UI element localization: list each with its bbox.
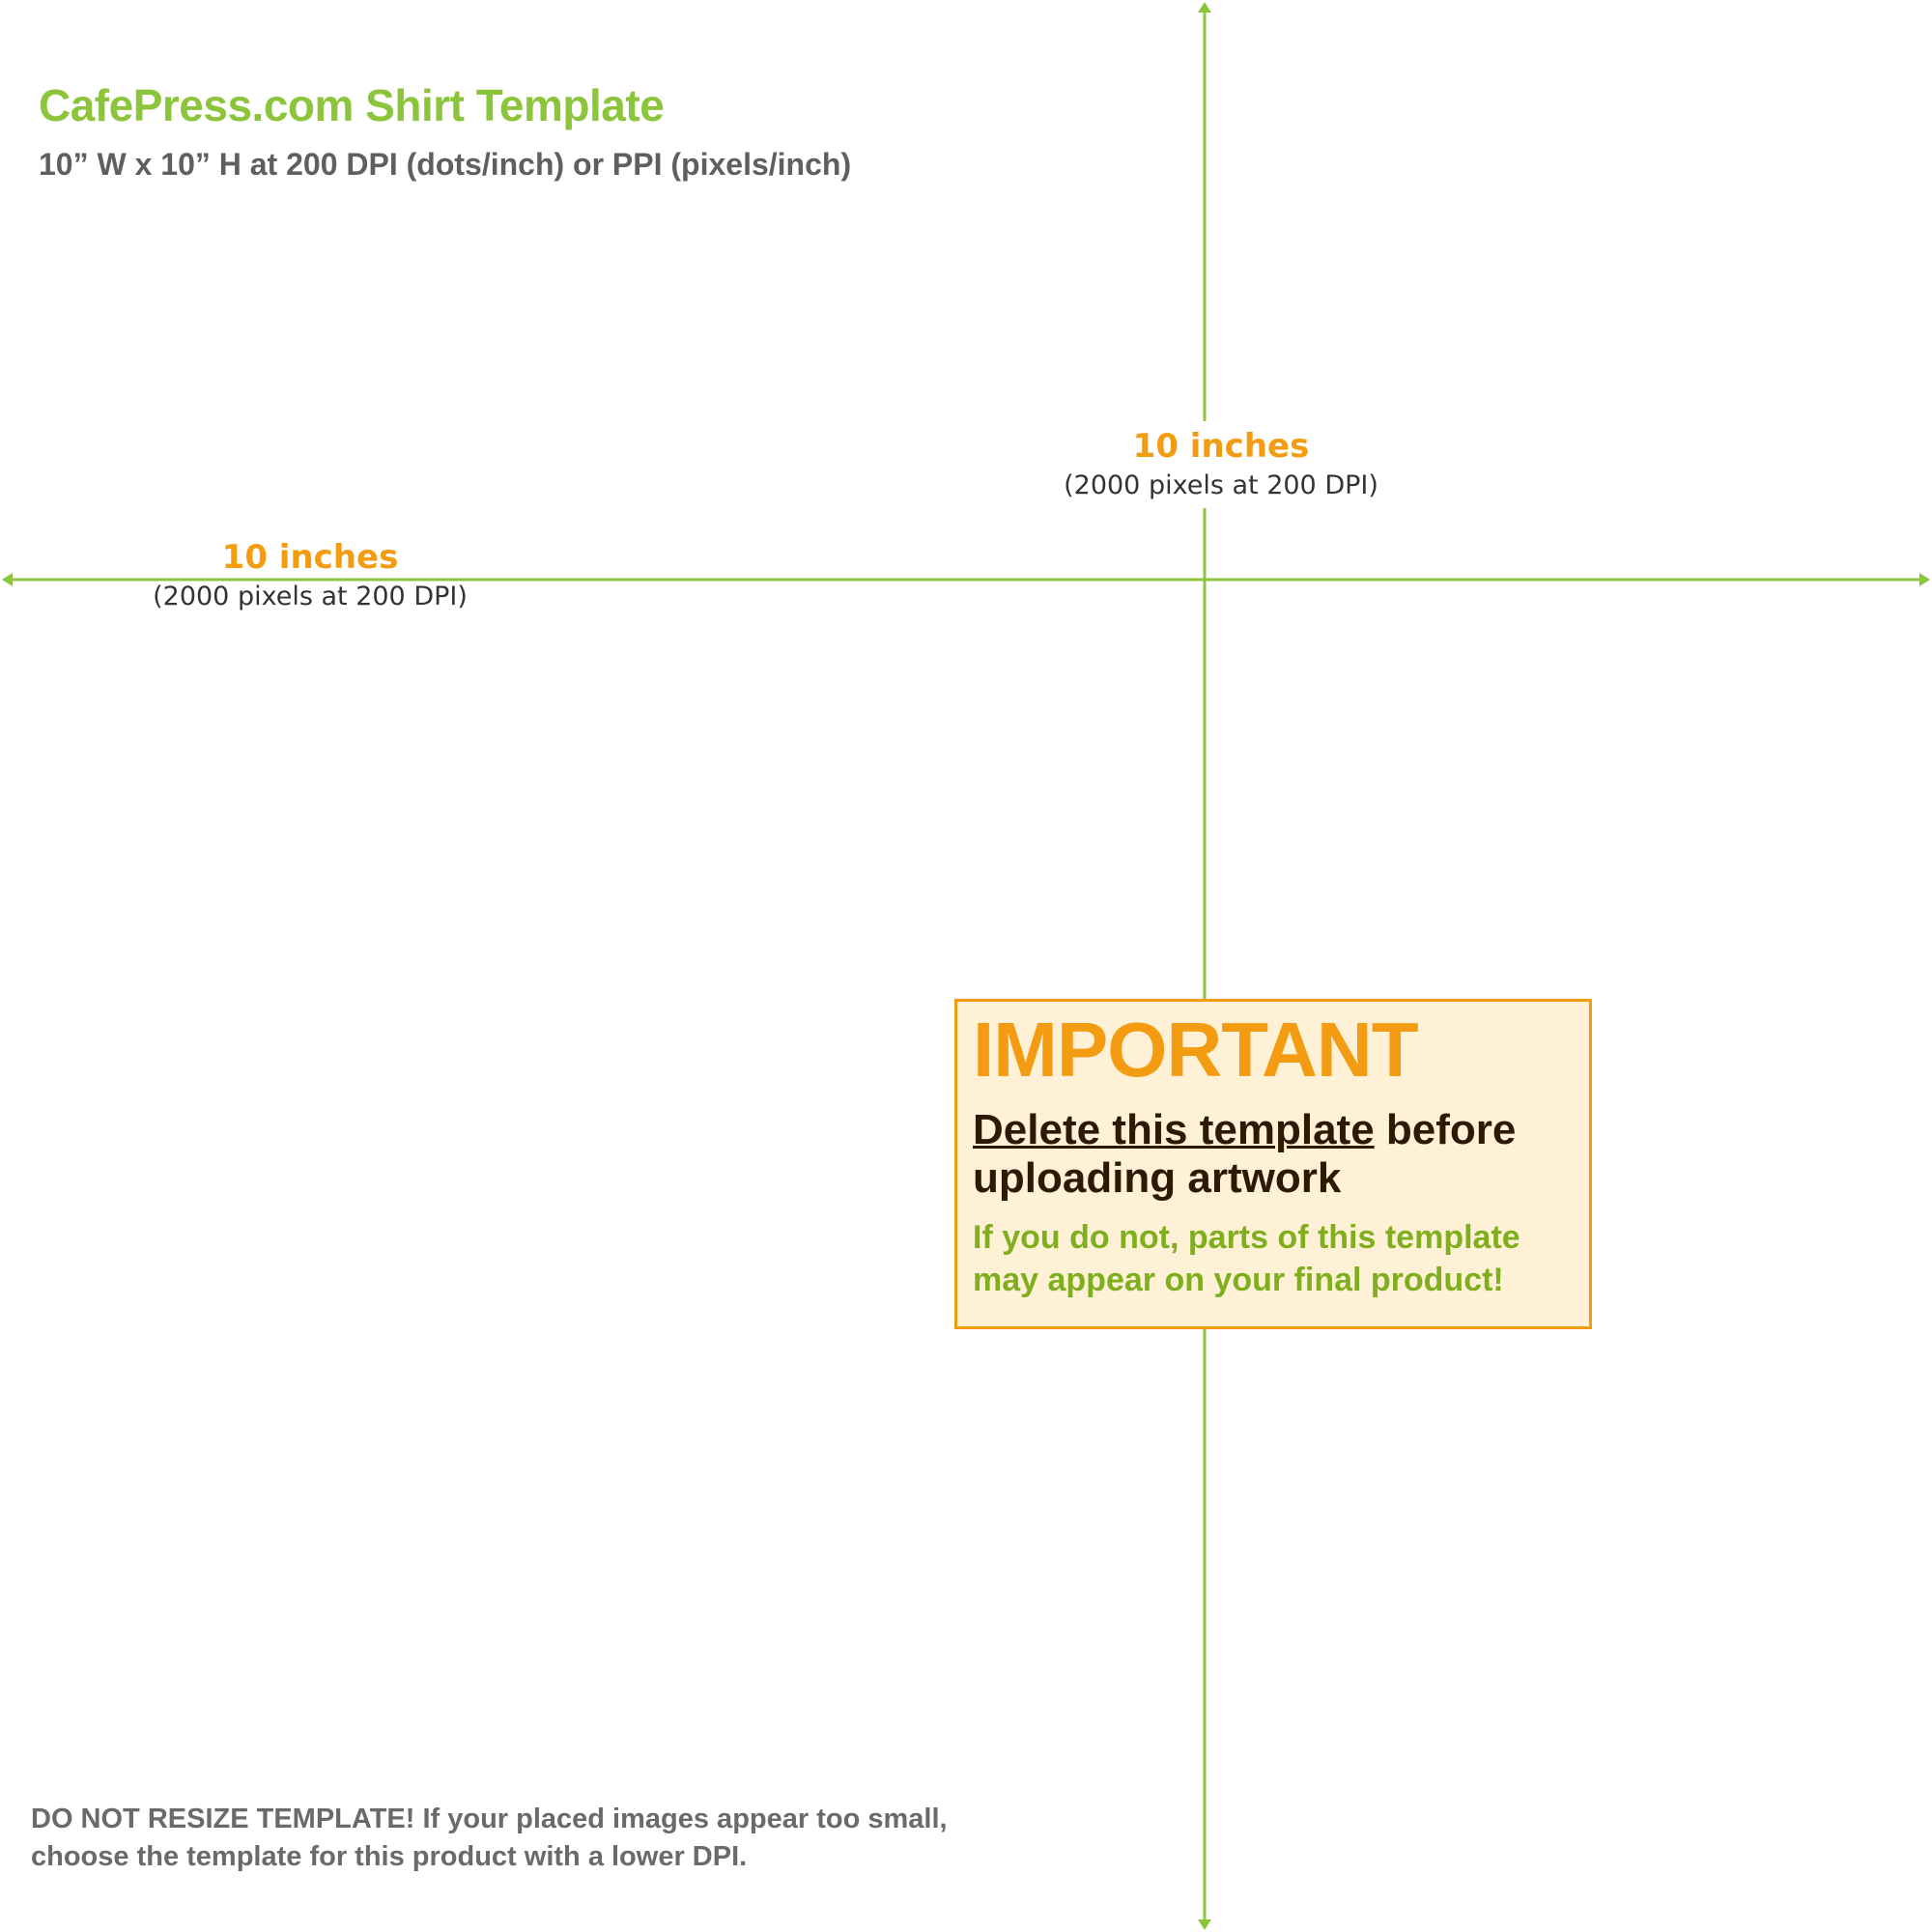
horizontal-dimension-label: 10 inches (2000 pixels at 200 DPI) [98,536,523,615]
arrow-right-icon [1919,573,1930,586]
template-title: CafePress.com Shirt Template [39,80,665,130]
important-notice-box: IMPORTANT Delete this template before up… [954,999,1592,1329]
important-warning: If you do not, parts of this template ma… [973,1219,1520,1298]
horizontal-dimension-pixels: (2000 pixels at 200 DPI) [153,582,468,611]
arrow-up-icon [1198,2,1211,13]
important-heading: IMPORTANT [973,1007,1419,1093]
template-subtitle: 10” W x 10” H at 200 DPI (dots/inch) or … [39,147,852,182]
arrow-left-icon [2,573,13,586]
delete-template-emphasis: Delete this template [973,1106,1375,1153]
vertical-dimension-pixels: (2000 pixels at 200 DPI) [1064,470,1378,500]
important-instruction: Delete this template before uploading ar… [973,1106,1574,1203]
resize-warning-note: DO NOT RESIZE TEMPLATE! If your placed i… [31,1804,948,1872]
arrow-down-icon [1198,1919,1211,1930]
vertical-dimension-inches: 10 inches [1132,427,1310,466]
horizontal-dimension-inches: 10 inches [221,538,399,577]
guide-lines [2,2,1930,1930]
vertical-dimension-label: 10 inches (2000 pixels at 200 DPI) [1009,425,1434,504]
